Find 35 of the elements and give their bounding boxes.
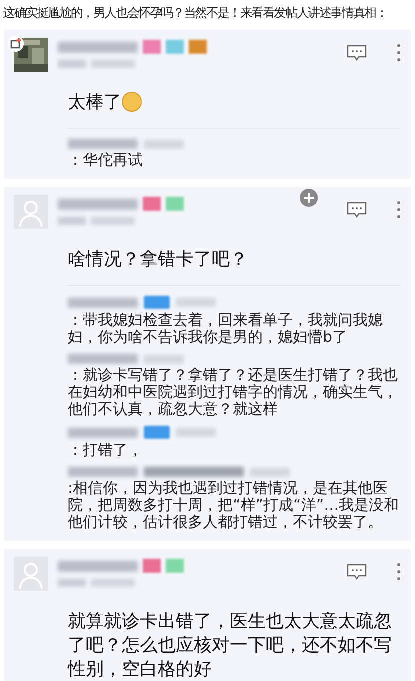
blurred-time	[144, 140, 184, 148]
reply-text: ：华佗再试	[68, 152, 144, 169]
blurred-time	[144, 354, 184, 364]
avatar-icon	[14, 557, 48, 591]
more-icon[interactable]	[397, 201, 401, 219]
blurred-time	[91, 60, 135, 68]
blurred-floor	[58, 579, 86, 587]
blurred-floor	[58, 60, 86, 68]
blurred-username	[68, 354, 138, 364]
blurred-username	[68, 139, 138, 149]
blurred-username	[68, 467, 138, 477]
comment-icon[interactable]	[347, 564, 367, 580]
blurred-time	[91, 217, 135, 225]
follow-icon[interactable]	[8, 36, 24, 52]
more-icon[interactable]	[397, 44, 401, 62]
reply-text: ：带我媳妇检查去着，回来看单子，我就问我媳妇，你为啥不告诉我你是男的，媳妇懵b了	[68, 312, 384, 346]
blurred-time	[91, 579, 135, 587]
post-text: 太棒了	[68, 91, 122, 114]
comment-icon[interactable]	[347, 202, 367, 218]
blurred-time	[250, 468, 290, 476]
reply-text: :相信你，因为我也遇到过打错情况，是在其他医院，把周数多打十周，把“样”打成“洋”…我是没和他们计较，估计很多人都打错过，不计较罢了。	[68, 480, 400, 531]
post-text: 啥情况？拿错卡了吧？	[68, 248, 248, 271]
avatar-icon	[14, 195, 48, 229]
caption-text: 这确实挺尴尬的，男人也会怀孕吗？当然不是！来看看发帖人讲述事情真相：	[2, 4, 388, 22]
blurred-time	[176, 428, 216, 437]
reply-text: ：就诊卡写错了？拿错了？还是医生打错了？我也在妇幼和中医院遇到过打错字的情况，确实生气，他们不认真，疏忽大意？就这样	[68, 367, 399, 418]
reply-text: ：打错了，	[68, 442, 144, 459]
blurred-username	[68, 428, 138, 438]
blurred-time	[176, 298, 216, 307]
add-icon[interactable]	[300, 189, 318, 207]
blurred-floor	[58, 217, 86, 225]
blurred-username	[68, 298, 138, 308]
comment-icon[interactable]	[347, 45, 367, 61]
post-text: 就算就诊卡出错了，医生也太大意太疏忽了吧？怎么也应核对一下吧，还不如不写性别，空白格的好	[68, 610, 393, 681]
more-icon[interactable]	[397, 563, 401, 581]
